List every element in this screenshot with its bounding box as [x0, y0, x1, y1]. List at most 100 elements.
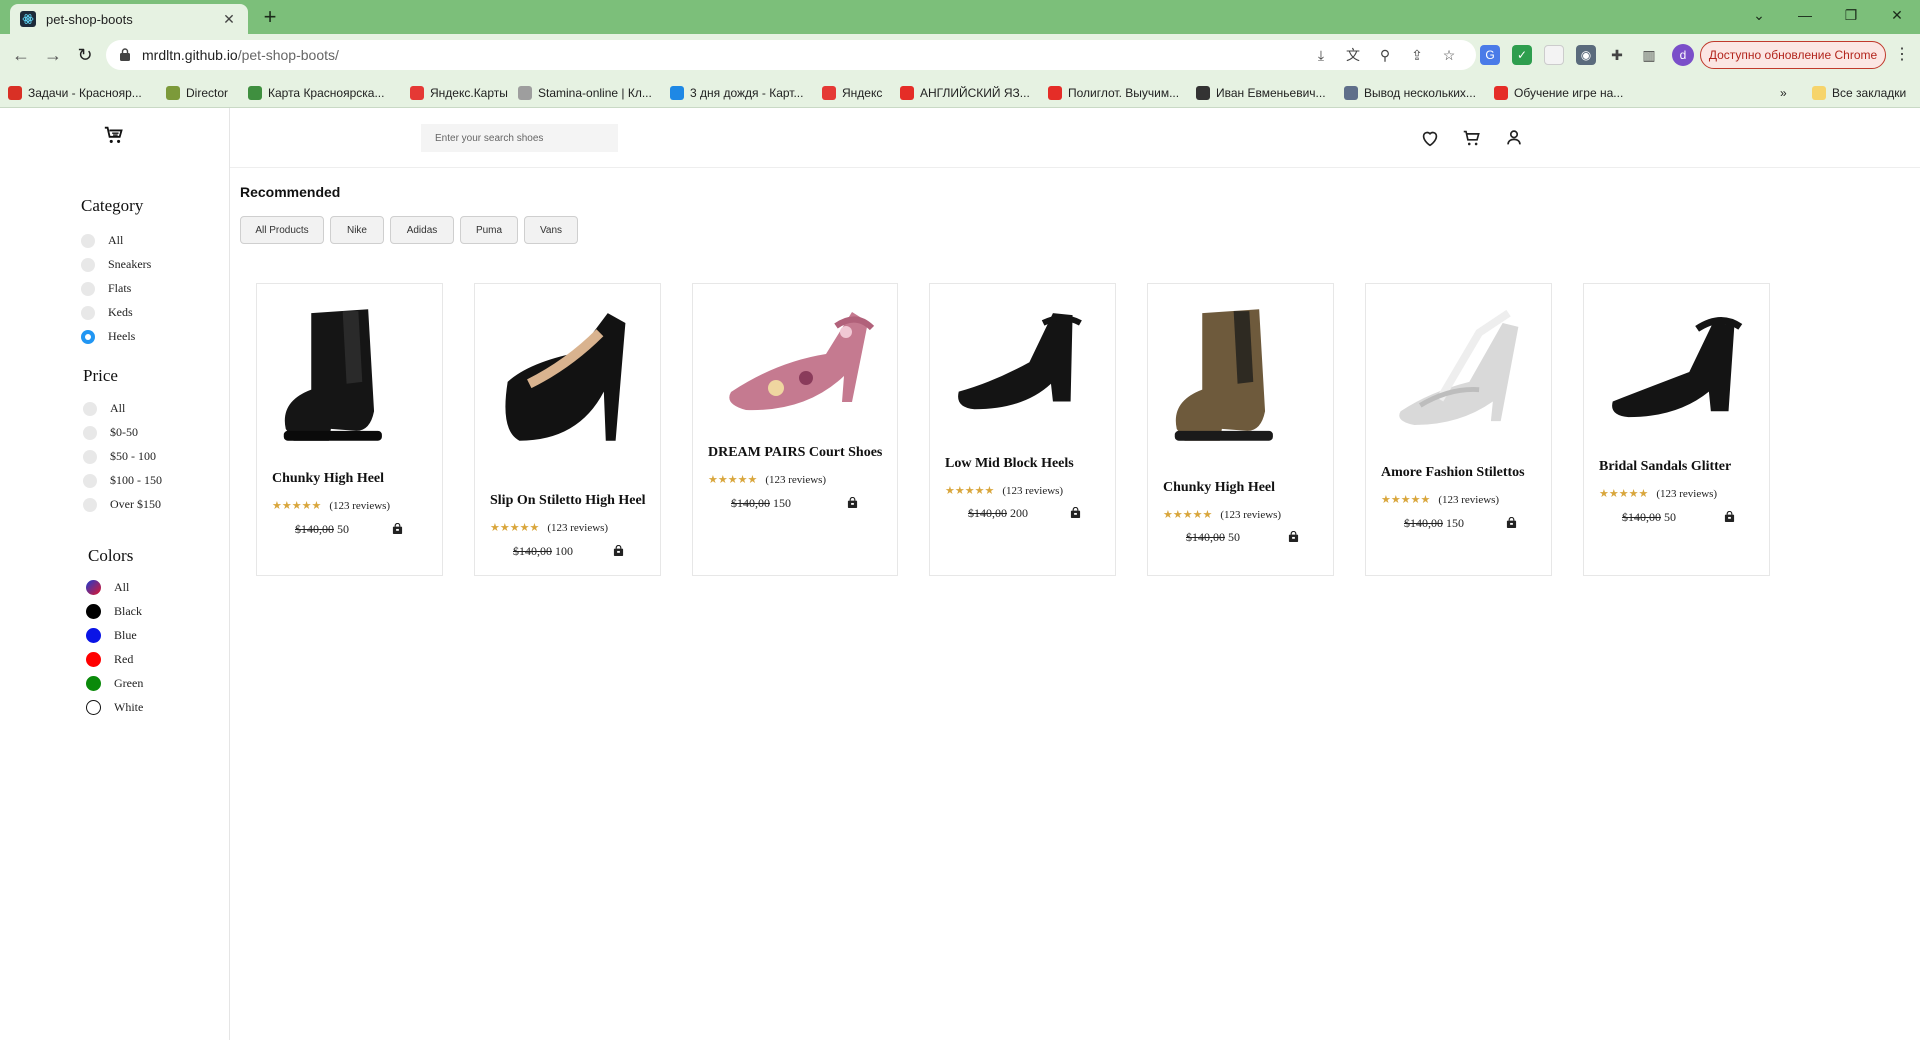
filter-button-all-products[interactable]: All Products [240, 216, 324, 244]
search-input[interactable] [421, 124, 618, 152]
browser-tab[interactable]: pet-shop-boots ✕ [10, 4, 248, 34]
install-icon[interactable]: ⤓ [1312, 46, 1330, 64]
bookmark-item[interactable]: Stamina-online | Кл... [518, 84, 652, 102]
product-image[interactable] [708, 292, 884, 452]
bookmark-item[interactable]: Карта Красноярска... [248, 84, 384, 102]
product-image[interactable] [1599, 292, 1756, 452]
color-swatch[interactable] [86, 580, 101, 595]
color-option[interactable]: Red [86, 652, 133, 667]
radio-button[interactable] [81, 257, 95, 272]
radio-button[interactable] [81, 305, 95, 320]
eye-extension-icon[interactable]: ◉ [1576, 45, 1596, 65]
product-card[interactable]: Chunky High Heel ★★★★★ (123 reviews) $14… [1147, 283, 1334, 576]
reload-icon[interactable]: ↻ [72, 43, 98, 67]
radio-button[interactable] [81, 233, 95, 248]
price-option[interactable]: Over $150 [83, 497, 161, 512]
new-tab-button[interactable]: + [258, 5, 282, 29]
bookmarks-more-button[interactable]: » [1780, 84, 1787, 102]
back-arrow-icon[interactable]: ← [8, 43, 34, 67]
filter-button-nike[interactable]: Nike [330, 216, 384, 244]
bookmark-item[interactable]: Иван Евменьевич... [1196, 84, 1326, 102]
product-image[interactable] [1381, 292, 1538, 452]
all-bookmarks-button[interactable]: Все закладки [1812, 84, 1906, 102]
color-option[interactable]: Green [86, 676, 143, 691]
price-option[interactable]: $0-50 [83, 425, 138, 440]
cart-logo-icon[interactable] [103, 124, 125, 146]
extensions-puzzle-icon[interactable]: ✚ [1608, 46, 1626, 64]
color-swatch[interactable] [86, 628, 101, 643]
filter-button-vans[interactable]: Vans [524, 216, 578, 244]
product-card[interactable]: Bridal Sandals Glitter ★★★★★ (123 review… [1583, 283, 1770, 576]
shopping-bag-icon[interactable] [1070, 507, 1081, 518]
google-translate-extension-icon[interactable]: G [1480, 45, 1500, 65]
minimize-button[interactable]: — [1782, 0, 1828, 30]
bookmark-item[interactable]: Вывод нескольких... [1344, 84, 1476, 102]
color-swatch[interactable] [86, 604, 101, 619]
radio-button[interactable] [83, 401, 97, 416]
radio-button[interactable] [83, 425, 97, 440]
category-option[interactable]: Heels [81, 329, 135, 344]
bookmark-item[interactable]: Яндекс [822, 84, 882, 102]
close-window-button[interactable]: ✕ [1874, 0, 1920, 30]
blank-extension-icon[interactable] [1544, 45, 1564, 65]
cart-icon[interactable] [1461, 127, 1483, 149]
product-card[interactable]: Amore Fashion Stilettos ★★★★★ (123 revie… [1365, 283, 1552, 576]
price-option[interactable]: $100 - 150 [83, 473, 162, 488]
filter-button-adidas[interactable]: Adidas [390, 216, 454, 244]
category-option[interactable]: Sneakers [81, 257, 151, 272]
product-card[interactable]: Slip On Stiletto High Heel ★★★★★ (123 re… [474, 283, 661, 576]
restore-button[interactable]: ❐ [1828, 0, 1874, 30]
color-option[interactable]: White [86, 700, 143, 715]
shopping-bag-icon[interactable] [613, 545, 624, 556]
translate-icon[interactable]: 文 [1344, 46, 1362, 64]
price-option[interactable]: $50 - 100 [83, 449, 156, 464]
color-swatch[interactable] [86, 676, 101, 691]
side-panel-icon[interactable]: ▥ [1640, 46, 1658, 64]
bookmark-star-icon[interactable]: ☆ [1440, 46, 1458, 64]
product-image[interactable] [1163, 292, 1320, 452]
more-menu-icon[interactable]: ⋮ [1894, 44, 1910, 64]
product-card[interactable]: DREAM PAIRS Court Shoes ★★★★★ (123 revie… [692, 283, 898, 576]
tab-close-icon[interactable]: ✕ [220, 11, 238, 28]
category-option[interactable]: All [81, 233, 123, 248]
color-swatch[interactable] [86, 700, 101, 715]
shield-extension-icon[interactable]: ✓ [1512, 45, 1532, 65]
product-card[interactable]: Chunky High Heel ★★★★★ (123 reviews) $14… [256, 283, 443, 576]
shopping-bag-icon[interactable] [1506, 517, 1517, 528]
product-image[interactable] [945, 292, 1102, 452]
product-image[interactable] [272, 292, 429, 452]
bookmark-item[interactable]: АНГЛИЙСКИЙ ЯЗ... [900, 84, 1030, 102]
color-option[interactable]: Black [86, 604, 142, 619]
category-option[interactable]: Flats [81, 281, 131, 296]
color-option[interactable]: Blue [86, 628, 137, 643]
shopping-bag-icon[interactable] [1288, 531, 1299, 542]
color-swatch[interactable] [86, 652, 101, 667]
forward-arrow-icon[interactable]: → [40, 43, 66, 67]
product-card[interactable]: Low Mid Block Heels ★★★★★ (123 reviews) … [929, 283, 1116, 576]
radio-button[interactable] [83, 473, 97, 488]
bookmark-item[interactable]: Полиглот. Выучим... [1048, 84, 1179, 102]
radio-button[interactable] [83, 449, 97, 464]
bookmark-item[interactable]: Обучение игре на... [1494, 84, 1623, 102]
shopping-bag-icon[interactable] [1724, 511, 1735, 522]
radio-button[interactable] [81, 329, 95, 344]
radio-button[interactable] [83, 497, 97, 512]
bookmark-item[interactable]: Яндекс.Карты [410, 84, 508, 102]
shopping-bag-icon[interactable] [847, 497, 858, 508]
heart-icon[interactable] [1419, 127, 1441, 149]
bookmark-item[interactable]: 3 дня дождя - Карт... [670, 84, 803, 102]
product-image[interactable] [490, 292, 647, 452]
shopping-bag-icon[interactable] [392, 523, 403, 534]
share-icon[interactable]: ⇪ [1408, 46, 1426, 64]
address-bar[interactable]: mrdltn.github.io/pet-shop-boots/ [106, 40, 1476, 70]
bookmark-item[interactable]: Задачи - Краснояр... [8, 84, 142, 102]
radio-button[interactable] [81, 281, 95, 296]
filter-button-puma[interactable]: Puma [460, 216, 518, 244]
price-option[interactable]: All [83, 401, 125, 416]
profile-avatar[interactable]: d [1672, 44, 1694, 66]
color-option[interactable]: All [86, 580, 129, 595]
category-option[interactable]: Keds [81, 305, 133, 320]
user-icon[interactable] [1503, 127, 1525, 149]
tab-search-icon[interactable]: ⌄ [1736, 0, 1782, 30]
chrome-update-button[interactable]: Доступно обновление Chrome [1700, 41, 1886, 69]
